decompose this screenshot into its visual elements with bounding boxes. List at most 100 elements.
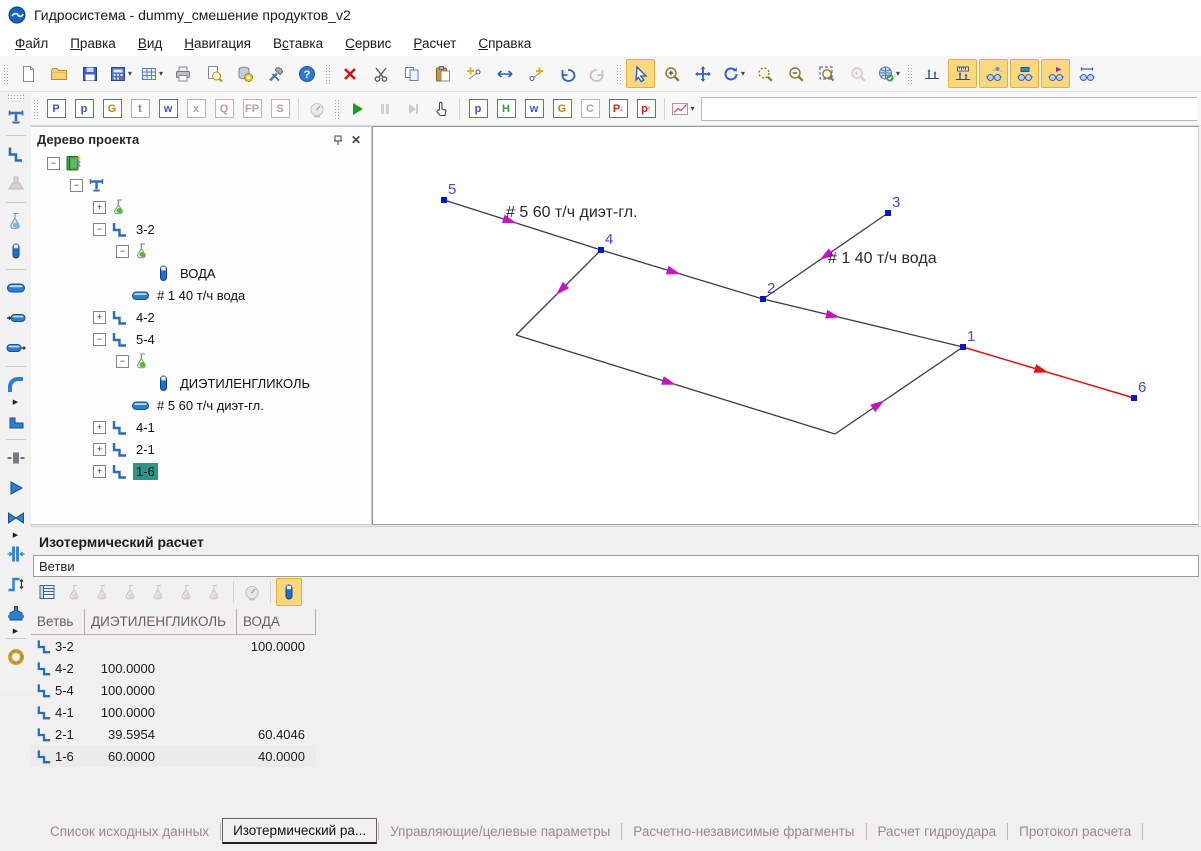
flask-variant-4-icon[interactable] [146,578,172,606]
orifice-icon[interactable] [3,445,29,471]
ring-element-icon[interactable] [3,644,29,670]
redo-icon[interactable] [583,59,612,88]
param-left-w-button[interactable]: w [155,96,181,122]
tree-item-ДИЭТИЛЕНГЛИКОЛЬ[interactable]: ДИЭТИЛЕНГЛИКОЛЬ [31,372,371,394]
diagram-edge-1-6[interactable] [963,347,1134,398]
menu-item-6[interactable]: Сервис [334,33,402,54]
rotate-view-icon[interactable]: ▾ [719,59,748,88]
help-icon[interactable]: ? [292,59,321,88]
print-icon[interactable] [168,59,197,88]
print-preview-icon[interactable] [199,59,228,88]
toolbar-grip[interactable] [33,99,39,119]
tab-4[interactable]: Расчетно-независимые фрагменты [623,820,864,843]
results-filter[interactable]: Ветви [33,555,1199,577]
dropdown-arrow-icon[interactable]: ▾ [159,69,163,78]
pin-icon[interactable] [329,131,347,149]
column-header-2[interactable]: ДИЭТИЛЕНГЛИКОЛЬ [85,609,237,635]
elbow-icon[interactable] [3,372,29,398]
composition-tube-icon[interactable] [276,578,302,606]
tree-item[interactable]: + [31,196,371,218]
split-branch-icon[interactable] [521,59,550,88]
diagram-node-4[interactable] [598,247,604,253]
diagram-node-3[interactable] [885,210,891,216]
result-row-4-2[interactable]: 4-2100.0000 [31,657,316,679]
diagram-node-5[interactable] [441,197,447,203]
gauge-result-icon[interactable] [239,578,265,606]
zoom-previous-icon[interactable] [843,59,872,88]
show-flow-arrows-icon[interactable] [1041,59,1070,88]
diagram-edge-2-1[interactable] [763,299,963,347]
diagram-edge-4-2[interactable] [601,250,763,299]
merge-branch-icon[interactable] [490,59,519,88]
param-right-p-button[interactable]: p [465,96,491,122]
submenu-arrow-icon[interactable]: ▶ [3,626,29,635]
tree-item[interactable]: − [31,174,371,196]
diagram-node-1[interactable] [960,344,966,350]
flask-variant-1-icon[interactable] [62,578,88,606]
expand-icon[interactable]: + [93,465,106,478]
elevation-change-icon[interactable] [3,571,29,597]
save-icon[interactable] [75,59,104,88]
tab-2[interactable]: Изотермический ра... [222,818,377,844]
close-icon[interactable]: ✕ [347,131,365,149]
tree-item[interactable]: − [31,240,371,262]
product-tube-icon[interactable] [3,238,29,264]
result-row-4-1[interactable]: 4-1100.0000 [31,701,316,723]
pipe-inlet-icon[interactable] [3,305,29,331]
collapse-icon[interactable]: − [47,157,60,170]
pause-icon[interactable] [372,96,398,122]
result-table-icon[interactable] [34,578,60,606]
zoom-out-icon[interactable] [781,59,810,88]
column-header-1[interactable]: Ветвь [31,609,85,635]
open-file-icon[interactable] [44,59,73,88]
gauge-icon[interactable] [304,96,330,122]
result-row-5-4[interactable]: 5-4100.0000 [31,679,316,701]
flask-variant-5-icon[interactable] [174,578,200,606]
copy-icon[interactable] [397,59,426,88]
diagram-node-2[interactable] [760,296,766,302]
flask-variant-2-icon[interactable] [90,578,116,606]
zoom-in-icon[interactable] [657,59,686,88]
tree-item--1-40-т-ч-вода[interactable]: # 1 40 т/ч вода [31,284,371,306]
toolbar-grip[interactable] [907,64,913,84]
param-left-fp-button[interactable]: FP [239,96,265,122]
menu-item-7[interactable]: Расчет [402,33,467,54]
param-right-h-button[interactable]: H [493,96,519,122]
show-elements-icon[interactable] [1010,59,1039,88]
param-right-p↓-button[interactable]: P↓ [605,96,631,122]
tab-6[interactable]: Протокол расчета [1009,820,1141,843]
table-view-icon[interactable]: ▾ [137,59,166,88]
dropdown-arrow-icon[interactable]: ▾ [128,69,132,78]
view-3d-icon[interactable]: ▾ [874,59,903,88]
expand-icon[interactable]: + [93,311,106,324]
plot-results-icon[interactable]: ▾ [670,96,696,122]
dropdown-arrow-icon[interactable]: ▾ [690,104,694,113]
flask-variant-6-icon[interactable] [202,578,228,606]
tab-3[interactable]: Управляющие/целевые параметры [380,820,620,843]
diagram-canvas[interactable]: 543216# 5 60 т/ч диэт-гл.# 1 40 т/ч вода [372,126,1199,525]
collapse-icon[interactable]: − [116,245,129,258]
result-row-3-2[interactable]: 3-2100.0000 [31,635,316,657]
branch-icon[interactable] [3,141,29,167]
menu-item-2[interactable]: Правка [59,33,127,54]
tree-item-ВОДА[interactable]: ВОДА [31,262,371,284]
show-ruler-icon[interactable] [948,59,977,88]
tree-item[interactable]: − [31,350,371,372]
submenu-arrow-icon[interactable]: ▶ [3,530,29,539]
toolbar-grip[interactable] [7,94,25,100]
result-row-2-1[interactable]: 2-139.595460.4046 [31,723,316,745]
corner-icon[interactable] [3,408,29,434]
database-icon[interactable] [230,59,259,88]
heat-exchanger-icon[interactable] [3,541,29,567]
tee-junction-icon[interactable] [3,171,29,197]
collapse-icon[interactable]: − [116,355,129,368]
column-header-3[interactable]: ВОДА [237,609,316,635]
flask-variant-3-icon[interactable] [118,578,144,606]
settings-tools-icon[interactable] [261,59,290,88]
pipeline-icon[interactable] [3,104,29,130]
dropdown-arrow-icon[interactable]: ▾ [741,69,745,78]
expand-icon[interactable]: + [93,201,106,214]
tab-5[interactable]: Расчет гидроудара [868,820,1007,843]
menu-item-3[interactable]: Вид [127,33,173,54]
menu-item-4[interactable]: Навигация [173,33,262,54]
